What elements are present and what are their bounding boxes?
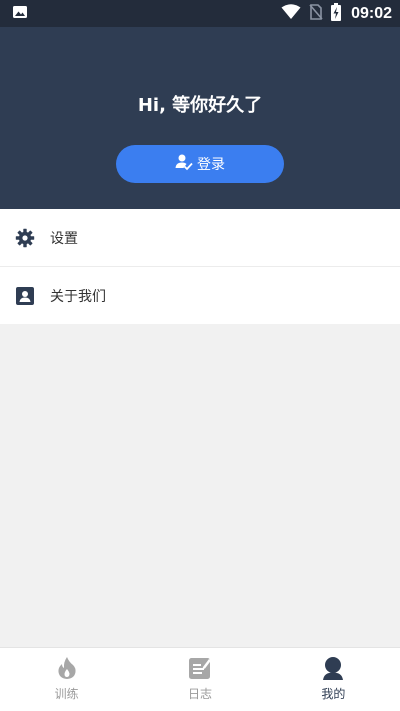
person-icon (321, 656, 345, 680)
wifi-icon (281, 3, 301, 24)
image-notification-icon (12, 4, 28, 24)
menu-item-label: 设置 (50, 230, 78, 247)
gear-icon (15, 228, 35, 248)
battery-charging-icon (331, 2, 342, 25)
status-time: 09:02 (351, 4, 392, 22)
menu-list: 设置 关于我们 (0, 209, 400, 324)
login-button[interactable]: 登录 (116, 145, 284, 183)
notepad-edit-icon (188, 656, 212, 680)
tab-label: 我的 (321, 687, 346, 701)
tab-label: 训练 (54, 687, 79, 701)
no-sim-icon (309, 3, 323, 24)
login-label: 登录 (197, 157, 225, 173)
menu-item-settings[interactable]: 设置 (0, 209, 400, 267)
flame-icon (55, 656, 79, 680)
greeting-title: Hi, 等你好久了 (137, 95, 263, 116)
bottom-tab-bar: 训练 日志 我的 (0, 647, 400, 711)
status-bar: 09:02 (0, 0, 400, 27)
tab-mine[interactable]: 我的 (267, 648, 400, 711)
user-check-icon (175, 153, 193, 175)
tab-log[interactable]: 日志 (133, 648, 266, 711)
tab-label: 日志 (187, 687, 212, 701)
tab-training[interactable]: 训练 (0, 648, 133, 711)
menu-item-label: 关于我们 (50, 288, 106, 305)
contact-card-icon (15, 286, 35, 306)
menu-item-about-us[interactable]: 关于我们 (0, 267, 400, 324)
profile-header: Hi, 等你好久了 登录 (0, 27, 400, 209)
